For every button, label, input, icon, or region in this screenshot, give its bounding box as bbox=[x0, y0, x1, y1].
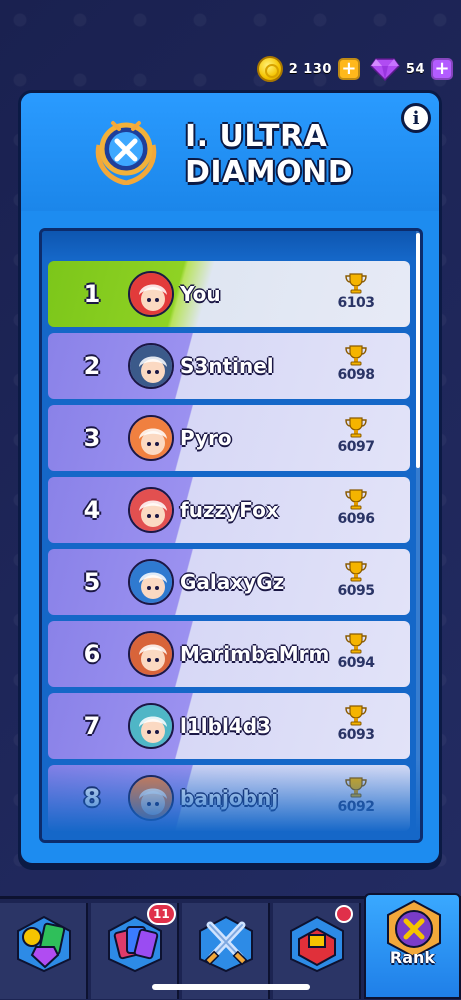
leaderboard-row[interactable]: 7 l1lbl4d3 6093 bbox=[48, 693, 410, 759]
avatar-portrait-icon bbox=[130, 777, 172, 819]
trophy-count: 6094 bbox=[337, 655, 375, 671]
player-avatar[interactable] bbox=[128, 703, 174, 749]
trophy-icon bbox=[345, 633, 367, 654]
trophy-icon bbox=[345, 345, 367, 366]
leaderboard-rows: 1 You 6103 2 S3ntinel 6098 3 Pyro 6097 4… bbox=[48, 261, 410, 837]
gem-count: 54 bbox=[405, 61, 425, 77]
league-title-line2: DIAMOND bbox=[185, 155, 354, 190]
ultra-diamond-badge-icon bbox=[95, 121, 157, 185]
avatar-portrait-icon bbox=[130, 489, 172, 531]
trophy-icon bbox=[345, 273, 367, 294]
avatar-portrait-icon bbox=[130, 561, 172, 603]
player-name: You bbox=[180, 282, 221, 306]
trophy-count: 6093 bbox=[337, 727, 375, 743]
leaderboard-list[interactable]: 1 You 6103 2 S3ntinel 6098 3 Pyro 6097 4… bbox=[39, 228, 423, 843]
player-avatar[interactable] bbox=[128, 631, 174, 677]
player-avatar[interactable] bbox=[128, 559, 174, 605]
home-indicator[interactable] bbox=[152, 984, 310, 990]
trophy-count: 6098 bbox=[337, 367, 375, 383]
rank-number: 4 bbox=[83, 496, 101, 524]
trophy-icon bbox=[345, 561, 367, 582]
trophy-icon bbox=[345, 777, 367, 798]
rank-number: 7 bbox=[83, 712, 101, 740]
coin-icon bbox=[256, 56, 283, 82]
league-title: I. ULTRA DIAMOND bbox=[185, 119, 353, 191]
trophy-count: 6096 bbox=[337, 511, 375, 527]
list-top-shadow bbox=[42, 231, 420, 259]
leaderboard-row[interactable]: 1 You 6103 bbox=[48, 261, 410, 327]
player-name: MarimbaMrm bbox=[180, 642, 330, 666]
player-name: S3ntinel bbox=[180, 354, 274, 378]
trophy-count: 6095 bbox=[337, 583, 375, 599]
trophy-count: 6092 bbox=[337, 799, 375, 815]
buy-gems-button[interactable]: + bbox=[431, 58, 453, 80]
leaderboard-row[interactable]: 2 S3ntinel 6098 bbox=[48, 333, 410, 399]
player-avatar[interactable] bbox=[128, 271, 174, 317]
player-avatar[interactable] bbox=[128, 775, 174, 821]
player-name: GalaxyGz bbox=[180, 570, 285, 594]
rank-number: 6 bbox=[83, 640, 101, 668]
gem-icon bbox=[369, 58, 400, 81]
rank-number: 8 bbox=[83, 784, 101, 812]
nav-rank[interactable]: Rank bbox=[364, 893, 461, 999]
league-panel: I. ULTRA DIAMOND i 1 You 6103 2 S3ntinel… bbox=[18, 90, 442, 866]
league-title-line1: I. ULTRA bbox=[185, 119, 328, 154]
crossed-swords-icon bbox=[199, 915, 253, 973]
trophy-count: 6097 bbox=[337, 439, 375, 455]
scrollbar-thumb[interactable] bbox=[416, 233, 420, 468]
rank-number: 3 bbox=[83, 424, 101, 452]
buy-coins-button[interactable]: + bbox=[337, 58, 360, 80]
leaderboard-row[interactable]: 8 banjobnj 6092 bbox=[48, 765, 410, 831]
rank-number: 1 bbox=[83, 280, 101, 308]
avatar-portrait-icon bbox=[130, 345, 172, 387]
clan-notification-dot bbox=[335, 905, 353, 923]
nav-shop[interactable] bbox=[0, 903, 88, 999]
player-name: banjobnj bbox=[180, 786, 279, 810]
player-name: l1lbl4d3 bbox=[180, 714, 271, 738]
avatar-portrait-icon bbox=[130, 705, 172, 747]
info-button[interactable]: i bbox=[401, 103, 431, 133]
scrollbar-track[interactable] bbox=[416, 231, 420, 840]
leaderboard-row[interactable]: 4 fuzzyFox 6096 bbox=[48, 477, 410, 543]
player-name: fuzzyFox bbox=[180, 498, 279, 522]
trophy-icon bbox=[345, 705, 367, 726]
rank-tab-label: Rank bbox=[389, 948, 436, 967]
coin-count: 2 130 bbox=[288, 61, 332, 77]
trophy-icon bbox=[345, 417, 367, 438]
player-name: Pyro bbox=[180, 426, 232, 450]
blocks-icon bbox=[290, 915, 344, 973]
trophy-count: 6103 bbox=[337, 295, 375, 311]
avatar-portrait-icon bbox=[130, 273, 172, 315]
leaderboard-row[interactable]: 6 MarimbaMrm 6094 bbox=[48, 621, 410, 687]
player-avatar[interactable] bbox=[128, 415, 174, 461]
avatar-portrait-icon bbox=[130, 417, 172, 459]
trophy-icon bbox=[345, 489, 367, 510]
cards-notification-badge: 11 bbox=[147, 903, 176, 925]
rank-number: 5 bbox=[83, 568, 101, 596]
shop-icon bbox=[17, 915, 71, 973]
leaderboard-row[interactable]: 5 GalaxyGz 6095 bbox=[48, 549, 410, 615]
leaderboard-row[interactable]: 3 Pyro 6097 bbox=[48, 405, 410, 471]
rank-number: 2 bbox=[83, 352, 101, 380]
player-avatar[interactable] bbox=[128, 487, 174, 533]
player-avatar[interactable] bbox=[128, 343, 174, 389]
avatar-portrait-icon bbox=[130, 633, 172, 675]
resource-bar: 2 130 + 54 + bbox=[256, 54, 453, 84]
panel-header: I. ULTRA DIAMOND i bbox=[21, 93, 439, 211]
